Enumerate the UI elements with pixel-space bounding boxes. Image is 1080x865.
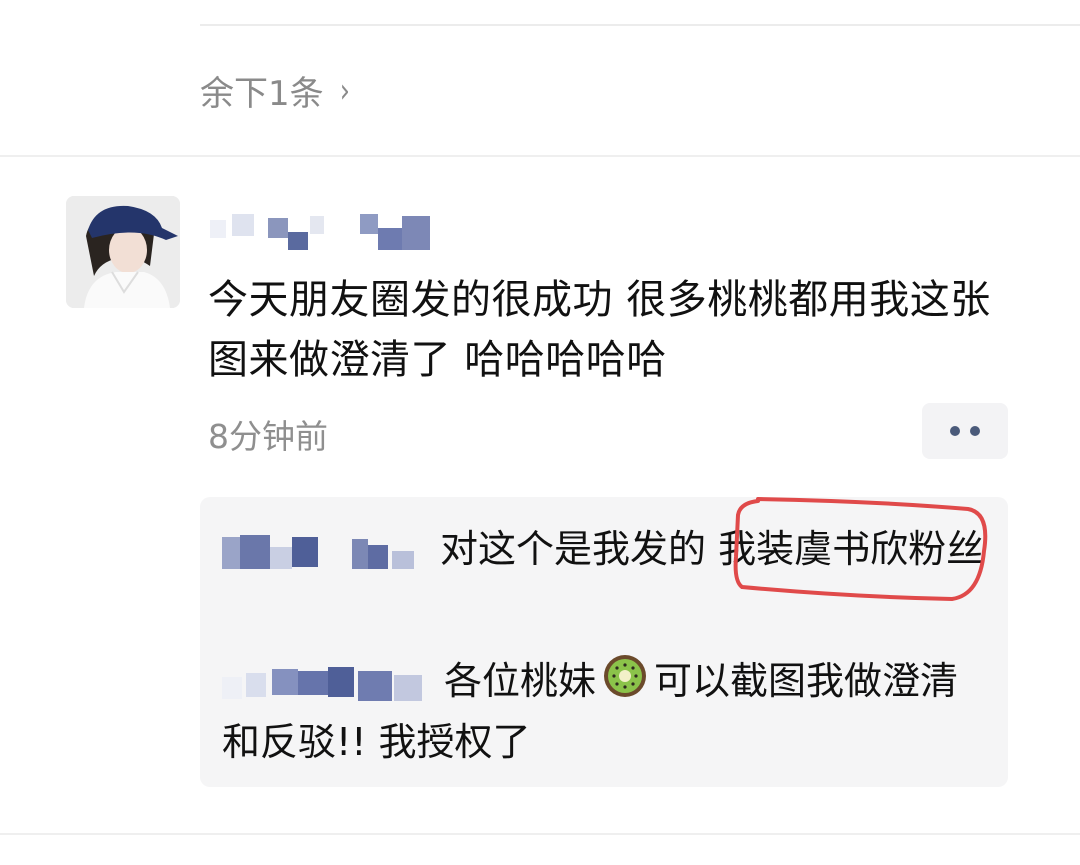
post-actions-button[interactable] <box>922 403 1008 459</box>
comments-panel: 对这个是我发的 我装虞书欣粉丝 各位桃妹 可以截图我做澄清和反驳!! 我授权了 <box>200 497 1008 787</box>
commenter-name-mosaic[interactable] <box>222 534 422 569</box>
top-divider <box>200 24 1080 26</box>
section-divider <box>0 155 1080 157</box>
author-name-mosaic[interactable] <box>210 214 430 250</box>
comment-text-part: 各位桃妹 <box>444 659 597 703</box>
kiwi-icon <box>602 653 648 714</box>
commenter-name-mosaic[interactable] <box>222 666 426 701</box>
bottom-divider <box>0 833 1080 835</box>
moments-post-screen: 余下1条 › 今天朋友圈发的很成功 很多桃桃都用我这张图来做澄清了 哈哈哈哈哈 <box>0 0 1080 865</box>
comment-text: 对这个是我发的 我装虞书欣粉丝 <box>440 527 985 571</box>
ellipsis-icon <box>950 426 960 436</box>
chevron-right-icon: › <box>339 70 350 111</box>
more-replies-link[interactable]: 余下1条 › <box>200 66 351 115</box>
avatar[interactable] <box>66 196 180 308</box>
comment-item[interactable]: 对这个是我发的 我装虞书欣粉丝 <box>222 521 992 577</box>
post-timestamp: 8分钟前 <box>208 417 328 456</box>
ellipsis-icon <box>970 426 980 436</box>
comment-item[interactable]: 各位桃妹 可以截图我做澄清和反驳!! 我授权了 <box>222 653 992 770</box>
user-avatar-photo <box>66 196 180 308</box>
post-text: 今天朋友圈发的很成功 很多桃桃都用我这张图来做澄清了 哈哈哈哈哈 <box>208 277 991 383</box>
more-replies-label: 余下1条 <box>200 74 324 114</box>
